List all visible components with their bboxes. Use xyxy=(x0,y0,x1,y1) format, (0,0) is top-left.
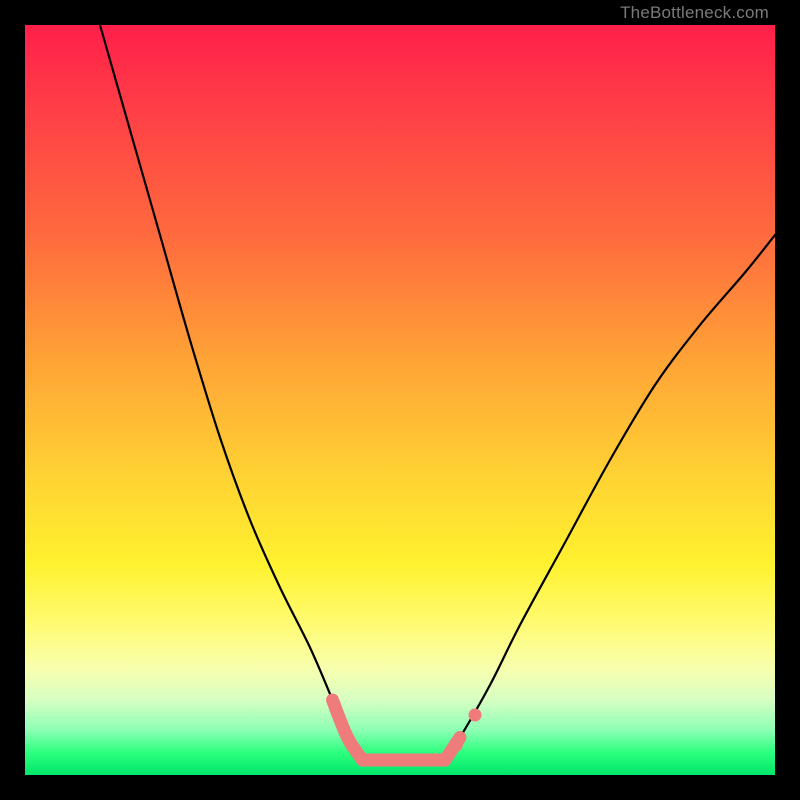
left-curve xyxy=(100,25,363,760)
right-curve xyxy=(445,235,775,760)
watermark-text: TheBottleneck.com xyxy=(620,3,769,23)
chart-svg xyxy=(25,25,775,775)
right-start-cap xyxy=(445,738,460,761)
chart-frame: TheBottleneck.com xyxy=(0,0,800,800)
left-end-cap xyxy=(333,700,363,760)
plot-area: TheBottleneck.com xyxy=(25,25,775,775)
floor-dot-right-2 xyxy=(469,709,482,722)
